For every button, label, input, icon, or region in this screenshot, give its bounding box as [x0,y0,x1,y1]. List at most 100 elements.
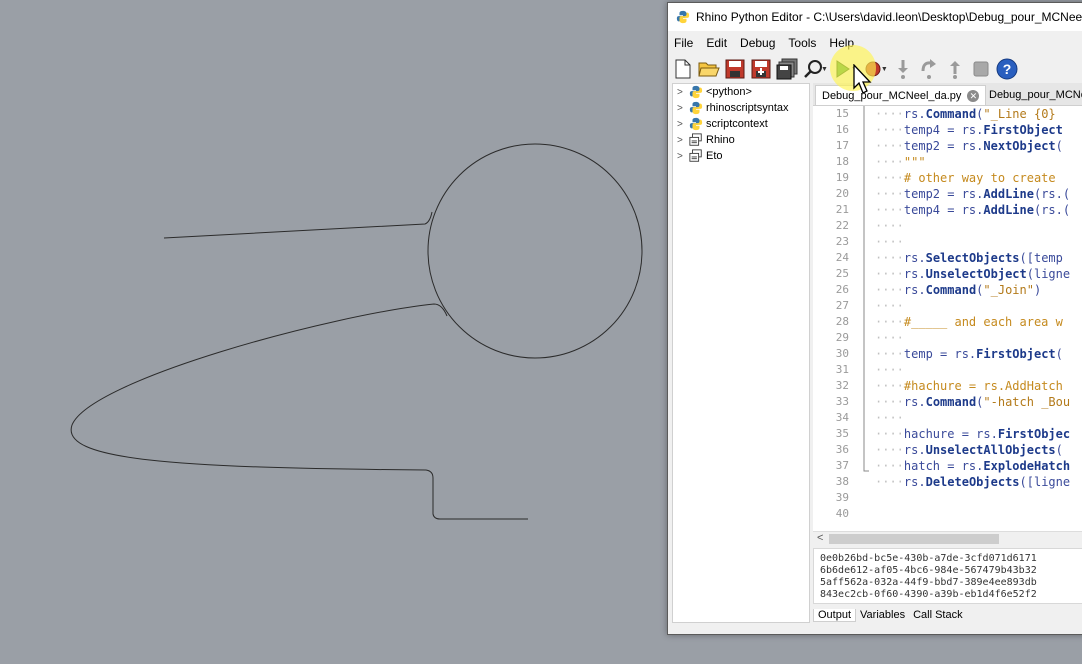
line-number[interactable]: 21 [813,202,849,218]
code-line[interactable]: 23 ···· [813,234,1082,250]
code-line[interactable]: 39 [813,490,1082,506]
line-number[interactable]: 16 [813,122,849,138]
tab-debug-pour-mcneel[interactable]: Debug_pour_MCNe [983,85,1082,105]
upper-line-curve[interactable] [163,211,433,239]
line-number[interactable]: 25 [813,266,849,282]
code-editor[interactable]: 15 ····rs.Command("_Line {0} 16 ····temp4 =… [813,106,1082,531]
line-number[interactable]: 15 [813,106,849,122]
code-line[interactable]: 20 ····temp2 = rs.AddLine(rs.( [813,186,1082,202]
menu-debug[interactable]: Debug [740,36,775,50]
tree-item-scriptcontext[interactable]: > scriptcontext [673,116,809,132]
step-into-button[interactable] [892,58,914,80]
chevron-right-icon[interactable]: > [677,151,689,162]
find-button[interactable] [802,58,824,80]
code-text: ····rs.UnselectObject(ligne [875,267,1071,281]
open-button[interactable] [698,58,720,80]
chevron-right-icon[interactable]: > [677,135,689,146]
title-bar[interactable]: Rhino Python Editor - C:\Users\david.leo… [668,3,1082,31]
code-line[interactable]: 16 ····temp4 = rs.FirstObject [813,122,1082,138]
step-out-button[interactable] [944,58,966,80]
line-number[interactable]: 18 [813,154,849,170]
line-number[interactable]: 19 [813,170,849,186]
code-text: ····temp2 = rs.NextObject( [875,139,1063,153]
tree-item-rhino[interactable]: > Rhino [673,132,809,148]
line-number[interactable]: 34 [813,410,849,426]
step-over-button[interactable] [918,58,940,80]
menu-edit[interactable]: Edit [706,36,727,50]
code-line[interactable]: 40 [813,506,1082,522]
save-all-button[interactable] [776,58,798,80]
line-number[interactable]: 32 [813,378,849,394]
line-number[interactable]: 35 [813,426,849,442]
scrollbar-thumb[interactable] [829,534,999,544]
tree-item-rhinoscriptsyntax[interactable]: > rhinoscriptsyntax [673,100,809,116]
horizontal-scrollbar[interactable]: < [813,531,1082,546]
line-number[interactable]: 38 [813,474,849,490]
line-number[interactable]: 40 [813,506,849,522]
menu-tools[interactable]: Tools [788,36,816,50]
line-number[interactable]: 27 [813,298,849,314]
line-number[interactable]: 29 [813,330,849,346]
code-line[interactable]: 24 ····rs.SelectObjects([temp [813,250,1082,266]
circle-curve[interactable] [427,143,643,359]
code-line[interactable]: 37 ····hatch = rs.ExplodeHatch [813,458,1082,474]
mouse-pointer-icon [853,64,872,94]
tab-variables[interactable]: Variables [856,609,909,621]
code-line[interactable]: 29 ···· [813,330,1082,346]
code-line[interactable]: 38 ····rs.DeleteObjects([ligne [813,474,1082,490]
code-line[interactable]: 22 ···· [813,218,1082,234]
tree-item-label: scriptcontext [706,118,768,130]
tab-output[interactable]: Output [813,608,857,622]
code-line[interactable]: 30 ····temp = rs.FirstObject( [813,346,1082,362]
tree-item-eto[interactable]: > Eto [673,148,809,164]
line-number[interactable]: 36 [813,442,849,458]
menu-file[interactable]: File [674,36,693,50]
code-line[interactable]: 15 ····rs.Command("_Line {0} [813,106,1082,122]
code-line[interactable]: 28 ····#_____ and each area w [813,314,1082,330]
line-number[interactable]: 26 [813,282,849,298]
code-line[interactable]: 33 ····rs.Command("-hatch _Bou [813,394,1082,410]
chevron-right-icon[interactable]: > [677,119,689,130]
close-icon[interactable]: ✕ [967,89,980,102]
library-tree[interactable]: > <python> > rhinoscriptsyntax > scriptc… [672,83,810,623]
tab-call-stack[interactable]: Call Stack [909,609,967,621]
code-line[interactable]: 32 ····#hachure = rs.AddHatch [813,378,1082,394]
code-line[interactable]: 36 ····rs.UnselectAllObjects( [813,442,1082,458]
new-file-button[interactable] [672,58,694,80]
code-line[interactable]: 34 ···· [813,410,1082,426]
chevron-right-icon[interactable]: > [677,103,689,114]
teardrop-curve[interactable] [70,303,528,520]
stop-button[interactable] [970,58,992,80]
code-line[interactable]: 21 ····temp4 = rs.AddLine(rs.( [813,202,1082,218]
code-line[interactable]: 25 ····rs.UnselectObject(ligne [813,266,1082,282]
code-line[interactable]: 27 ···· [813,298,1082,314]
chevron-right-icon[interactable]: > [677,87,689,98]
output-panel[interactable]: 0e0b26bd-bc5e-430b-a7de-3cfd071d6171 6b6… [813,548,1082,604]
line-number[interactable]: 30 [813,346,849,362]
line-number[interactable]: 20 [813,186,849,202]
save-as-button[interactable] [750,58,772,80]
code-line[interactable]: 31 ···· [813,362,1082,378]
line-number[interactable]: 39 [813,490,849,506]
line-number[interactable]: 24 [813,250,849,266]
tree-item-python[interactable]: > <python> [673,84,809,100]
line-number[interactable]: 17 [813,138,849,154]
line-number[interactable]: 31 [813,362,849,378]
line-number[interactable]: 23 [813,234,849,250]
code-text: ···· [875,235,904,249]
code-line[interactable]: 26 ····rs.Command("_Join") [813,282,1082,298]
code-line[interactable]: 17 ····temp2 = rs.NextObject( [813,138,1082,154]
python-editor-window[interactable]: Rhino Python Editor - C:\Users\david.leo… [667,2,1082,635]
tree-item-label: Eto [706,150,723,162]
python-icon [689,101,703,115]
line-number[interactable]: 37 [813,458,849,474]
scroll-left-icon[interactable]: < [817,532,823,544]
help-button[interactable]: ? [996,58,1018,80]
code-line[interactable]: 35 ····hachure = rs.FirstObjec [813,426,1082,442]
line-number[interactable]: 22 [813,218,849,234]
code-line[interactable]: 18 ····""" [813,154,1082,170]
code-line[interactable]: 19 ····# other way to create [813,170,1082,186]
save-button[interactable] [724,58,746,80]
line-number[interactable]: 33 [813,394,849,410]
line-number[interactable]: 28 [813,314,849,330]
